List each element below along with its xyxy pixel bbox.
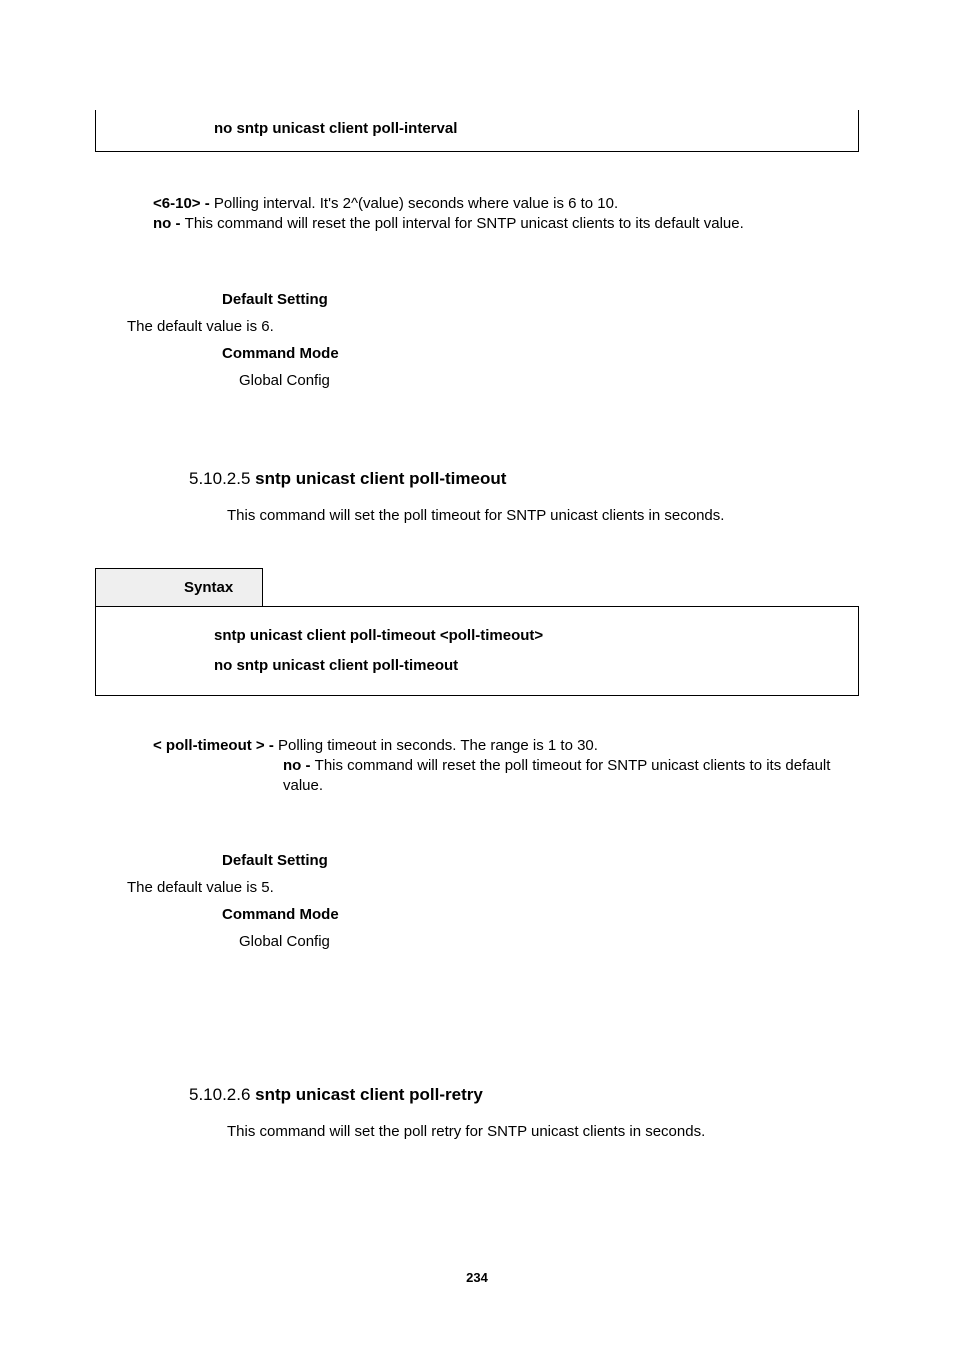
param-key-4: no - (283, 757, 315, 774)
default-setting-text-1: The default value is 6. (127, 318, 859, 335)
section-desc-3: This command will set the poll retry for… (227, 1123, 859, 1140)
parameter-block-2: < poll-timeout > - Polling timeout in se… (153, 736, 859, 797)
syntax-line-2: no sntp unicast client poll-timeout (214, 651, 858, 681)
param-desc-3: Polling timeout in seconds. The range is… (278, 737, 598, 754)
syntax-label: Syntax (95, 568, 263, 606)
section-title-3: sntp unicast client poll-retry (255, 1085, 483, 1104)
section-number-2: 5.10.2.5 (189, 469, 255, 488)
param-key-1: <6-10> - (153, 195, 214, 212)
syntax-line-1: sntp unicast client poll-timeout <poll-t… (214, 621, 858, 651)
param-key-3: < poll-timeout > - (153, 737, 278, 754)
syntax-no-command-text: no sntp unicast client poll-interval (214, 120, 457, 137)
command-mode-heading-1: Command Mode (222, 345, 859, 362)
default-setting-text-2: The default value is 5. (127, 879, 859, 896)
command-mode-heading-2: Command Mode (222, 906, 859, 923)
command-mode-text-1: Global Config (239, 372, 859, 389)
param-desc-4: This command will reset the poll timeout… (283, 757, 830, 794)
syntax-no-command-box: no sntp unicast client poll-interval (95, 110, 859, 152)
section-title-2: sntp unicast client poll-timeout (255, 469, 506, 488)
section-heading-2: 5.10.2.5 sntp unicast client poll-timeou… (189, 469, 859, 489)
default-setting-heading-1: Default Setting (222, 291, 859, 308)
param-desc-1: Polling interval. It's 2^(value) seconds… (214, 195, 618, 212)
section-heading-3: 5.10.2.6 sntp unicast client poll-retry (189, 1085, 859, 1105)
syntax-box-2: Syntax sntp unicast client poll-timeout … (95, 568, 859, 696)
page-number: 234 (0, 1270, 954, 1285)
command-mode-text-2: Global Config (239, 933, 859, 950)
param-desc-2: This command will reset the poll interva… (185, 215, 744, 232)
parameter-block-1: <6-10> - Polling interval. It's 2^(value… (153, 194, 859, 235)
section-desc-2: This command will set the poll timeout f… (227, 507, 859, 524)
syntax-body: sntp unicast client poll-timeout <poll-t… (95, 606, 859, 696)
default-setting-heading-2: Default Setting (222, 852, 859, 869)
param-key-2: no - (153, 215, 185, 232)
section-number-3: 5.10.2.6 (189, 1085, 255, 1104)
